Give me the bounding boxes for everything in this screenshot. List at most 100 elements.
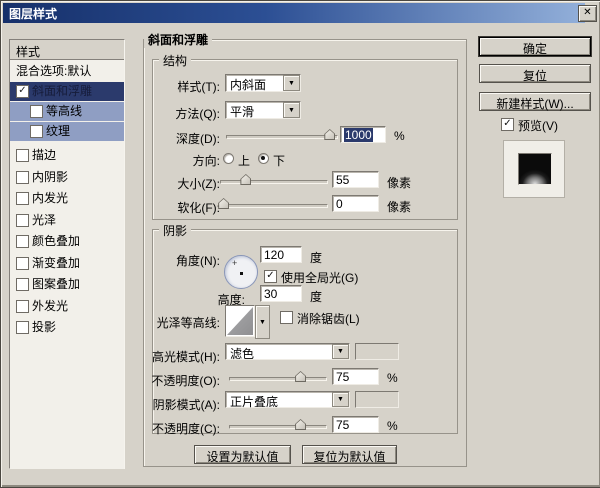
sidebar-item-1[interactable]: ✓ 斜面和浮雕 xyxy=(10,82,124,101)
direction-label: 方向: xyxy=(192,154,220,168)
highlight-mode-dropdown-button[interactable]: ▼ xyxy=(332,344,349,359)
technique-label: 方法(Q): xyxy=(175,107,220,121)
highlight-color-swatch[interactable] xyxy=(355,343,399,360)
angle-value: 120 xyxy=(264,248,285,262)
gloss-contour-swatch[interactable] xyxy=(225,305,255,337)
style-dropdown-button[interactable]: ▼ xyxy=(283,75,300,91)
chevron-down-icon: ▼ xyxy=(337,348,344,355)
style-dropdown[interactable]: 内斜面 ▼ xyxy=(225,74,301,92)
sidebar-item-11[interactable]: 外发光 xyxy=(10,297,124,316)
sidebar-item-label: 渐变叠加 xyxy=(32,256,81,270)
ok-button[interactable]: 确定 xyxy=(479,37,591,56)
shadow-opacity-input[interactable]: 75 xyxy=(332,416,379,433)
sidebar-item-4[interactable]: 描边 xyxy=(10,146,124,165)
shadow-color-swatch[interactable] xyxy=(355,391,399,408)
make-default-button[interactable]: 设置为默认值 xyxy=(194,445,291,464)
preview-checkbox[interactable]: ✓ xyxy=(501,118,514,131)
soften-label: 软化(F): xyxy=(177,201,220,215)
sidebar-item-7[interactable]: 光泽 xyxy=(10,211,124,230)
highlight-opacity-slider[interactable] xyxy=(229,371,327,382)
sidebar-item-checkbox[interactable] xyxy=(16,171,29,184)
sidebar-item-label: 描边 xyxy=(32,148,57,162)
soften-input[interactable]: 0 xyxy=(332,195,379,212)
sidebar-item-9[interactable]: 渐变叠加 xyxy=(10,254,124,273)
chevron-down-icon: ▼ xyxy=(288,79,295,87)
anti-aliased-label[interactable]: 消除锯齿(L) xyxy=(297,310,360,327)
shadow-opacity-unit: % xyxy=(387,419,398,433)
angle-input[interactable]: 120 xyxy=(260,246,302,263)
gloss-contour-dropdown-button[interactable]: ▼ xyxy=(255,305,270,339)
direction-down-radio[interactable] xyxy=(258,153,269,164)
use-global-light-checkbox[interactable]: ✓ xyxy=(264,270,277,283)
angle-label: 角度(N): xyxy=(176,254,220,268)
sidebar-item-checkbox[interactable] xyxy=(16,278,29,291)
highlight-mode-value: 滤色 xyxy=(230,347,255,361)
highlight-opacity-value: 75 xyxy=(336,370,350,384)
technique-dropdown[interactable]: 平滑 ▼ xyxy=(225,101,301,119)
sidebar-item-label: 外发光 xyxy=(32,299,69,313)
preview-label[interactable]: 预览(V) xyxy=(518,117,558,134)
sidebar-item-checkbox[interactable] xyxy=(16,235,29,248)
close-icon: ✕ xyxy=(583,7,592,18)
shadow-mode-label: 阴影模式(A): xyxy=(152,398,220,412)
sidebar-item-checkbox[interactable] xyxy=(16,192,29,205)
shadow-opacity-label: 不透明度(C): xyxy=(152,422,220,436)
technique-dropdown-button[interactable]: ▼ xyxy=(283,102,300,118)
size-input[interactable]: 55 xyxy=(332,171,379,188)
new-style-button[interactable]: 新建样式(W)... xyxy=(479,92,591,111)
size-unit: 像素 xyxy=(387,176,412,190)
shadow-mode-value: 正片叠底 xyxy=(230,395,279,409)
size-label: 大小(Z): xyxy=(177,177,220,191)
soften-slider[interactable] xyxy=(218,198,328,209)
sidebar-item-checkbox[interactable] xyxy=(16,257,29,270)
sidebar-item-3[interactable]: 纹理 xyxy=(10,122,124,141)
sidebar-item-checkbox[interactable] xyxy=(16,214,29,227)
reset-button[interactable]: 复位 xyxy=(479,64,591,83)
angle-unit: 度 xyxy=(310,251,323,265)
anti-aliased-checkbox[interactable] xyxy=(280,311,293,324)
sidebar-item-checkbox[interactable]: ✓ xyxy=(16,85,29,98)
bevel-emboss-panel: 斜面和浮雕 结构 样式(T): 内斜面 ▼ 方法(Q): 平滑 ▼ 深度(D):… xyxy=(143,31,467,467)
direction-up-radio[interactable] xyxy=(223,153,234,164)
sidebar-item-checkbox[interactable] xyxy=(16,300,29,313)
sidebar-item-label: 混合选项:默认 xyxy=(16,64,92,78)
highlight-opacity-input[interactable]: 75 xyxy=(332,368,379,385)
use-global-light-label[interactable]: 使用全局光(G) xyxy=(281,269,358,286)
shadow-mode-dropdown-button[interactable]: ▼ xyxy=(332,392,349,407)
sidebar-item-label: 等高线 xyxy=(46,104,83,118)
sidebar-item-2[interactable]: 等高线 xyxy=(10,102,124,121)
sidebar-item-6[interactable]: 内发光 xyxy=(10,189,124,208)
sidebar-item-checkbox[interactable] xyxy=(30,105,43,118)
highlight-mode-dropdown[interactable]: 滤色 ▼ xyxy=(225,343,350,361)
sidebar-item-checkbox[interactable] xyxy=(30,125,43,138)
shading-group-label: 阴影 xyxy=(159,222,192,239)
sidebar-item-12[interactable]: 投影 xyxy=(10,318,124,337)
depth-slider[interactable] xyxy=(226,129,338,140)
sidebar-item-10[interactable]: 图案叠加 xyxy=(10,275,124,294)
shadow-mode-dropdown[interactable]: 正片叠底 ▼ xyxy=(225,391,350,409)
sidebar-item-5[interactable]: 内阴影 xyxy=(10,168,124,187)
sidebar-item-8[interactable]: 颜色叠加 xyxy=(10,232,124,251)
size-slider[interactable] xyxy=(220,174,328,185)
sidebar-item-checkbox[interactable] xyxy=(16,321,29,334)
depth-value: 1000 xyxy=(344,128,373,142)
chevron-down-icon: ▼ xyxy=(259,318,266,326)
technique-value: 平滑 xyxy=(230,105,255,119)
sidebar-item-checkbox[interactable] xyxy=(16,149,29,162)
angle-dial[interactable] xyxy=(224,255,258,289)
reset-default-button[interactable]: 复位为默认值 xyxy=(302,445,397,464)
direction-down-label[interactable]: 下 xyxy=(273,152,285,169)
layer-style-dialog: 图层样式 ✕ 样式 混合选项:默认 ✓ 斜面和浮雕 等高线 纹理 描边 内阴影 内发光 光泽 颜色… xyxy=(0,0,600,488)
close-button[interactable]: ✕ xyxy=(578,5,597,22)
altitude-value: 30 xyxy=(264,287,278,301)
sidebar-item-label: 斜面和浮雕 xyxy=(32,84,93,98)
depth-input[interactable]: 1000 xyxy=(340,126,386,143)
contour-shape xyxy=(227,307,253,335)
shadow-opacity-slider[interactable] xyxy=(229,419,327,430)
preview-panel xyxy=(503,140,565,198)
altitude-input[interactable]: 30 xyxy=(260,285,302,302)
sidebar-item-0[interactable]: 混合选项:默认 xyxy=(10,62,124,81)
chevron-down-icon: ▼ xyxy=(288,106,295,114)
direction-up-label[interactable]: 上 xyxy=(238,152,250,169)
titlebar[interactable]: 图层样式 xyxy=(3,3,585,23)
